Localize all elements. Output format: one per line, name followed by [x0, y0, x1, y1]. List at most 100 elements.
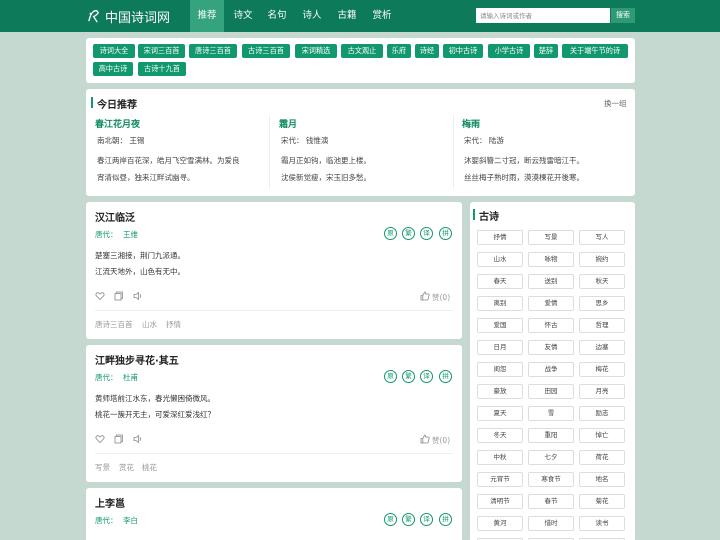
nav-poets[interactable]: 诗人 [295, 0, 329, 32]
poem-title[interactable]: 汉江临泛 [95, 209, 135, 224]
tag-item[interactable]: 古文观止 [341, 44, 383, 58]
sidebar-tag-item[interactable]: 哲理 [579, 318, 625, 333]
translate-button[interactable]: 译 [420, 227, 433, 240]
tag-item[interactable]: 诗经 [415, 44, 439, 58]
heart-icon[interactable] [95, 434, 105, 444]
sidebar-tag-item[interactable]: 悼亡 [579, 428, 625, 443]
sidebar-tag-item[interactable]: 春天 [477, 274, 523, 289]
sidebar-tag-item[interactable]: 惜时 [528, 516, 574, 531]
translate-button[interactable]: 译 [420, 370, 433, 383]
sidebar-tag-item[interactable]: 清明节 [477, 494, 523, 509]
sidebar-tag-item[interactable]: 月亮 [579, 384, 625, 399]
sidebar-tag-item[interactable]: 抒情 [477, 230, 523, 245]
copy-icon[interactable] [114, 434, 124, 444]
sidebar-tag-item[interactable]: 写景 [528, 230, 574, 245]
nav-quotes[interactable]: 名句 [260, 0, 294, 32]
rec-title[interactable]: 春江花月夜 [95, 117, 140, 130]
poem-author[interactable]: 李白 [123, 515, 138, 526]
sidebar-tag-item[interactable]: 冬天 [477, 428, 523, 443]
sidebar-tag-item[interactable]: 闺怨 [477, 362, 523, 377]
poem-dynasty[interactable]: 唐代： [95, 229, 118, 240]
tag-item[interactable]: 小学古诗 [488, 44, 530, 58]
poem-title[interactable]: 江畔独步寻花·其五 [95, 352, 179, 367]
refresh-link[interactable]: 换一组 [604, 98, 627, 109]
tag-item[interactable]: 宋词三百首 [138, 44, 185, 58]
poem-dynasty[interactable]: 唐代： [95, 515, 118, 526]
sidebar-tag-item[interactable]: 寒食节 [528, 472, 574, 487]
nav-poems[interactable]: 诗文 [226, 0, 260, 32]
sidebar-tag-item[interactable]: 地名 [579, 472, 625, 487]
sidebar-tag-item[interactable]: 重阳 [528, 428, 574, 443]
thumbs-up-icon[interactable] [420, 291, 430, 301]
sidebar-tag-item[interactable]: 励志 [579, 406, 625, 421]
sidebar-tag-item[interactable]: 豪放 [477, 384, 523, 399]
sidebar-tag-item[interactable]: 读书 [579, 516, 625, 531]
poem-tag[interactable]: 桃花 [142, 462, 157, 473]
poem-title[interactable]: 上李邕 [95, 495, 125, 510]
original-button[interactable]: 原 [384, 370, 397, 383]
poem-author[interactable]: 王维 [123, 229, 138, 240]
tag-item[interactable]: 关于端午节的诗 [562, 44, 628, 58]
translate-button[interactable]: 译 [420, 513, 433, 526]
sidebar-tag-item[interactable]: 边塞 [579, 340, 625, 355]
rec-title[interactable]: 梅雨 [462, 117, 480, 130]
sidebar-tag-item[interactable]: 送别 [528, 274, 574, 289]
search-button[interactable]: 搜索 [611, 8, 635, 23]
sidebar-tag-item[interactable]: 雪 [528, 406, 574, 421]
sidebar-tag-item[interactable]: 秋天 [579, 274, 625, 289]
sidebar-tag-item[interactable]: 战争 [528, 362, 574, 377]
search-input[interactable] [476, 8, 610, 23]
poem-tag[interactable]: 唐诗三百首 [95, 319, 133, 330]
sidebar-tag-item[interactable]: 荷花 [579, 450, 625, 465]
speaker-icon[interactable] [133, 291, 143, 301]
tag-item[interactable]: 楚辞 [534, 44, 558, 58]
tag-item[interactable]: 唐诗三百首 [189, 44, 237, 58]
sidebar-tag-item[interactable]: 黄河 [477, 516, 523, 531]
sidebar-tag-item[interactable]: 日月 [477, 340, 523, 355]
rec-meta[interactable]: 宋代： 陆游 [464, 135, 504, 146]
sidebar-tag-item[interactable]: 友情 [528, 340, 574, 355]
thumbs-up-icon[interactable] [420, 434, 430, 444]
tag-item[interactable]: 宋词精选 [295, 44, 337, 58]
copy-icon[interactable] [114, 291, 124, 301]
sidebar-tag-item[interactable]: 怀古 [528, 318, 574, 333]
poem-dynasty[interactable]: 唐代： [95, 372, 118, 383]
sidebar-tag-item[interactable]: 离别 [477, 296, 523, 311]
pinyin-button[interactable]: 拼 [439, 227, 452, 240]
original-button[interactable]: 原 [384, 513, 397, 526]
sidebar-tag-item[interactable]: 写人 [579, 230, 625, 245]
sidebar-tag-item[interactable]: 思乡 [579, 296, 625, 311]
sidebar-tag-item[interactable]: 爱情 [528, 296, 574, 311]
tag-item[interactable]: 诗词大全 [93, 44, 135, 58]
like-count[interactable]: 赞(0) [432, 435, 450, 446]
pinyin-button[interactable]: 拼 [439, 370, 452, 383]
sidebar-tag-item[interactable]: 咏物 [528, 252, 574, 267]
heart-icon[interactable] [95, 291, 105, 301]
nav-classics[interactable]: 古籍 [330, 0, 364, 32]
speaker-icon[interactable] [133, 434, 143, 444]
nav-recommend[interactable]: 推荐 [190, 0, 224, 32]
tag-item[interactable]: 古诗三百首 [242, 44, 290, 58]
tag-item[interactable]: 乐府 [387, 44, 411, 58]
rec-meta[interactable]: 南北朝： 王锡 [97, 135, 144, 146]
tag-item[interactable]: 古诗十九首 [138, 62, 186, 76]
poem-author[interactable]: 杜甫 [123, 372, 138, 383]
rec-meta[interactable]: 宋代： 钱惟演 [281, 135, 328, 146]
poem-tag[interactable]: 山水 [142, 319, 157, 330]
traditional-button[interactable]: 繁 [402, 513, 415, 526]
sidebar-tag-item[interactable]: 爱国 [477, 318, 523, 333]
tag-item[interactable]: 初中古诗 [443, 44, 483, 58]
tag-item[interactable]: 高中古诗 [93, 62, 133, 76]
sidebar-tag-item[interactable]: 中秋 [477, 450, 523, 465]
poem-tag[interactable]: 抒情 [166, 319, 181, 330]
rec-title[interactable]: 霜月 [279, 117, 297, 130]
pinyin-button[interactable]: 拼 [439, 513, 452, 526]
site-logo[interactable]: 中国诗词网 [86, 0, 170, 32]
traditional-button[interactable]: 繁 [402, 227, 415, 240]
sidebar-tag-item[interactable]: 元宵节 [477, 472, 523, 487]
like-count[interactable]: 赞(0) [432, 292, 450, 303]
sidebar-tag-item[interactable]: 夏天 [477, 406, 523, 421]
poem-tag[interactable]: 写景 [95, 462, 110, 473]
original-button[interactable]: 原 [384, 227, 397, 240]
sidebar-tag-item[interactable]: 田园 [528, 384, 574, 399]
